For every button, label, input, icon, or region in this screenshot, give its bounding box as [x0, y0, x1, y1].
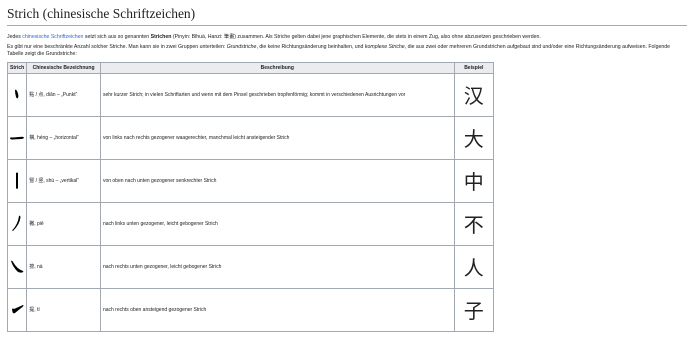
table-row: 提, tí nach rechts oben ansteigend gezoge… [6, 287, 495, 332]
example-cell: 中 [453, 158, 495, 203]
ti-stroke-icon [12, 304, 24, 314]
na-stroke-icon [11, 260, 24, 273]
name-cell: 豎 / 竖, shù – „vertikal“ [26, 158, 101, 203]
table-row: 豎 / 竖, shù – „vertikal“ von oben nach un… [6, 158, 495, 203]
header-description[interactable]: Beschreibung [99, 61, 455, 74]
example-cell: 汉 [453, 72, 495, 117]
description-cell: nach rechts unten gezogener, leicht gebo… [99, 244, 455, 289]
heng-stroke-icon [10, 136, 25, 140]
header-stroke[interactable]: Strich [6, 61, 28, 74]
name-cell: 點 / 点, diǎn – „Punkt“ [26, 72, 101, 117]
article: Strich (chinesische Schriftzeichen) Jede… [0, 0, 690, 332]
pie-stroke-icon [12, 215, 21, 231]
intro-paragraph: Jedes chinesische Schriftzeichen setzt s… [7, 34, 541, 40]
chinese-characters-link[interactable]: chinesische Schriftzeichen [22, 34, 83, 40]
example-cell: 不 [453, 201, 495, 246]
description-cell: nach rechts oben ansteigend gezogener St… [99, 287, 455, 332]
description-cell: von links nach rechts gezogener waagerec… [99, 115, 455, 160]
table-row: 橫, héng – „horizontal“ von links nach re… [6, 115, 495, 160]
table-header-row: Strich Chinesische Bezeichnung Beschreib… [6, 61, 495, 74]
example-cell: 人 [453, 244, 495, 289]
header-example[interactable]: Beispiel [453, 61, 495, 74]
page-title: Strich (chinesische Schriftzeichen) [7, 6, 687, 26]
header-name[interactable]: Chinesische Bezeichnung [26, 61, 101, 74]
groups-paragraph: Es gibt nur eine beschränkte Anzahl solc… [7, 43, 670, 58]
name-cell: 捺, nà [26, 244, 101, 289]
shu-stroke-icon [16, 172, 19, 189]
table-row: 捺, nà nach rechts unten gezogener, leich… [6, 244, 495, 289]
stroke-table: Strich Chinesische Bezeichnung Beschreib… [6, 61, 495, 332]
name-cell: 橫, héng – „horizontal“ [26, 115, 101, 160]
example-cell: 子 [453, 287, 495, 332]
description-cell: sehr kurzer Strich; in vielen Schriftart… [99, 72, 455, 117]
table-row: 點 / 点, diǎn – „Punkt“ sehr kurzer Strich… [6, 72, 495, 117]
name-cell: 提, tí [26, 287, 101, 332]
table-row: 撇, piě nach links unten gezogener, leich… [6, 201, 495, 246]
description-cell: von oben nach unten gezogener senkrechte… [99, 158, 455, 203]
description-cell: nach links unten gezogener, leicht gebog… [99, 201, 455, 246]
name-cell: 撇, piě [26, 201, 101, 246]
example-cell: 大 [453, 115, 495, 160]
dian-stroke-icon [15, 89, 19, 99]
